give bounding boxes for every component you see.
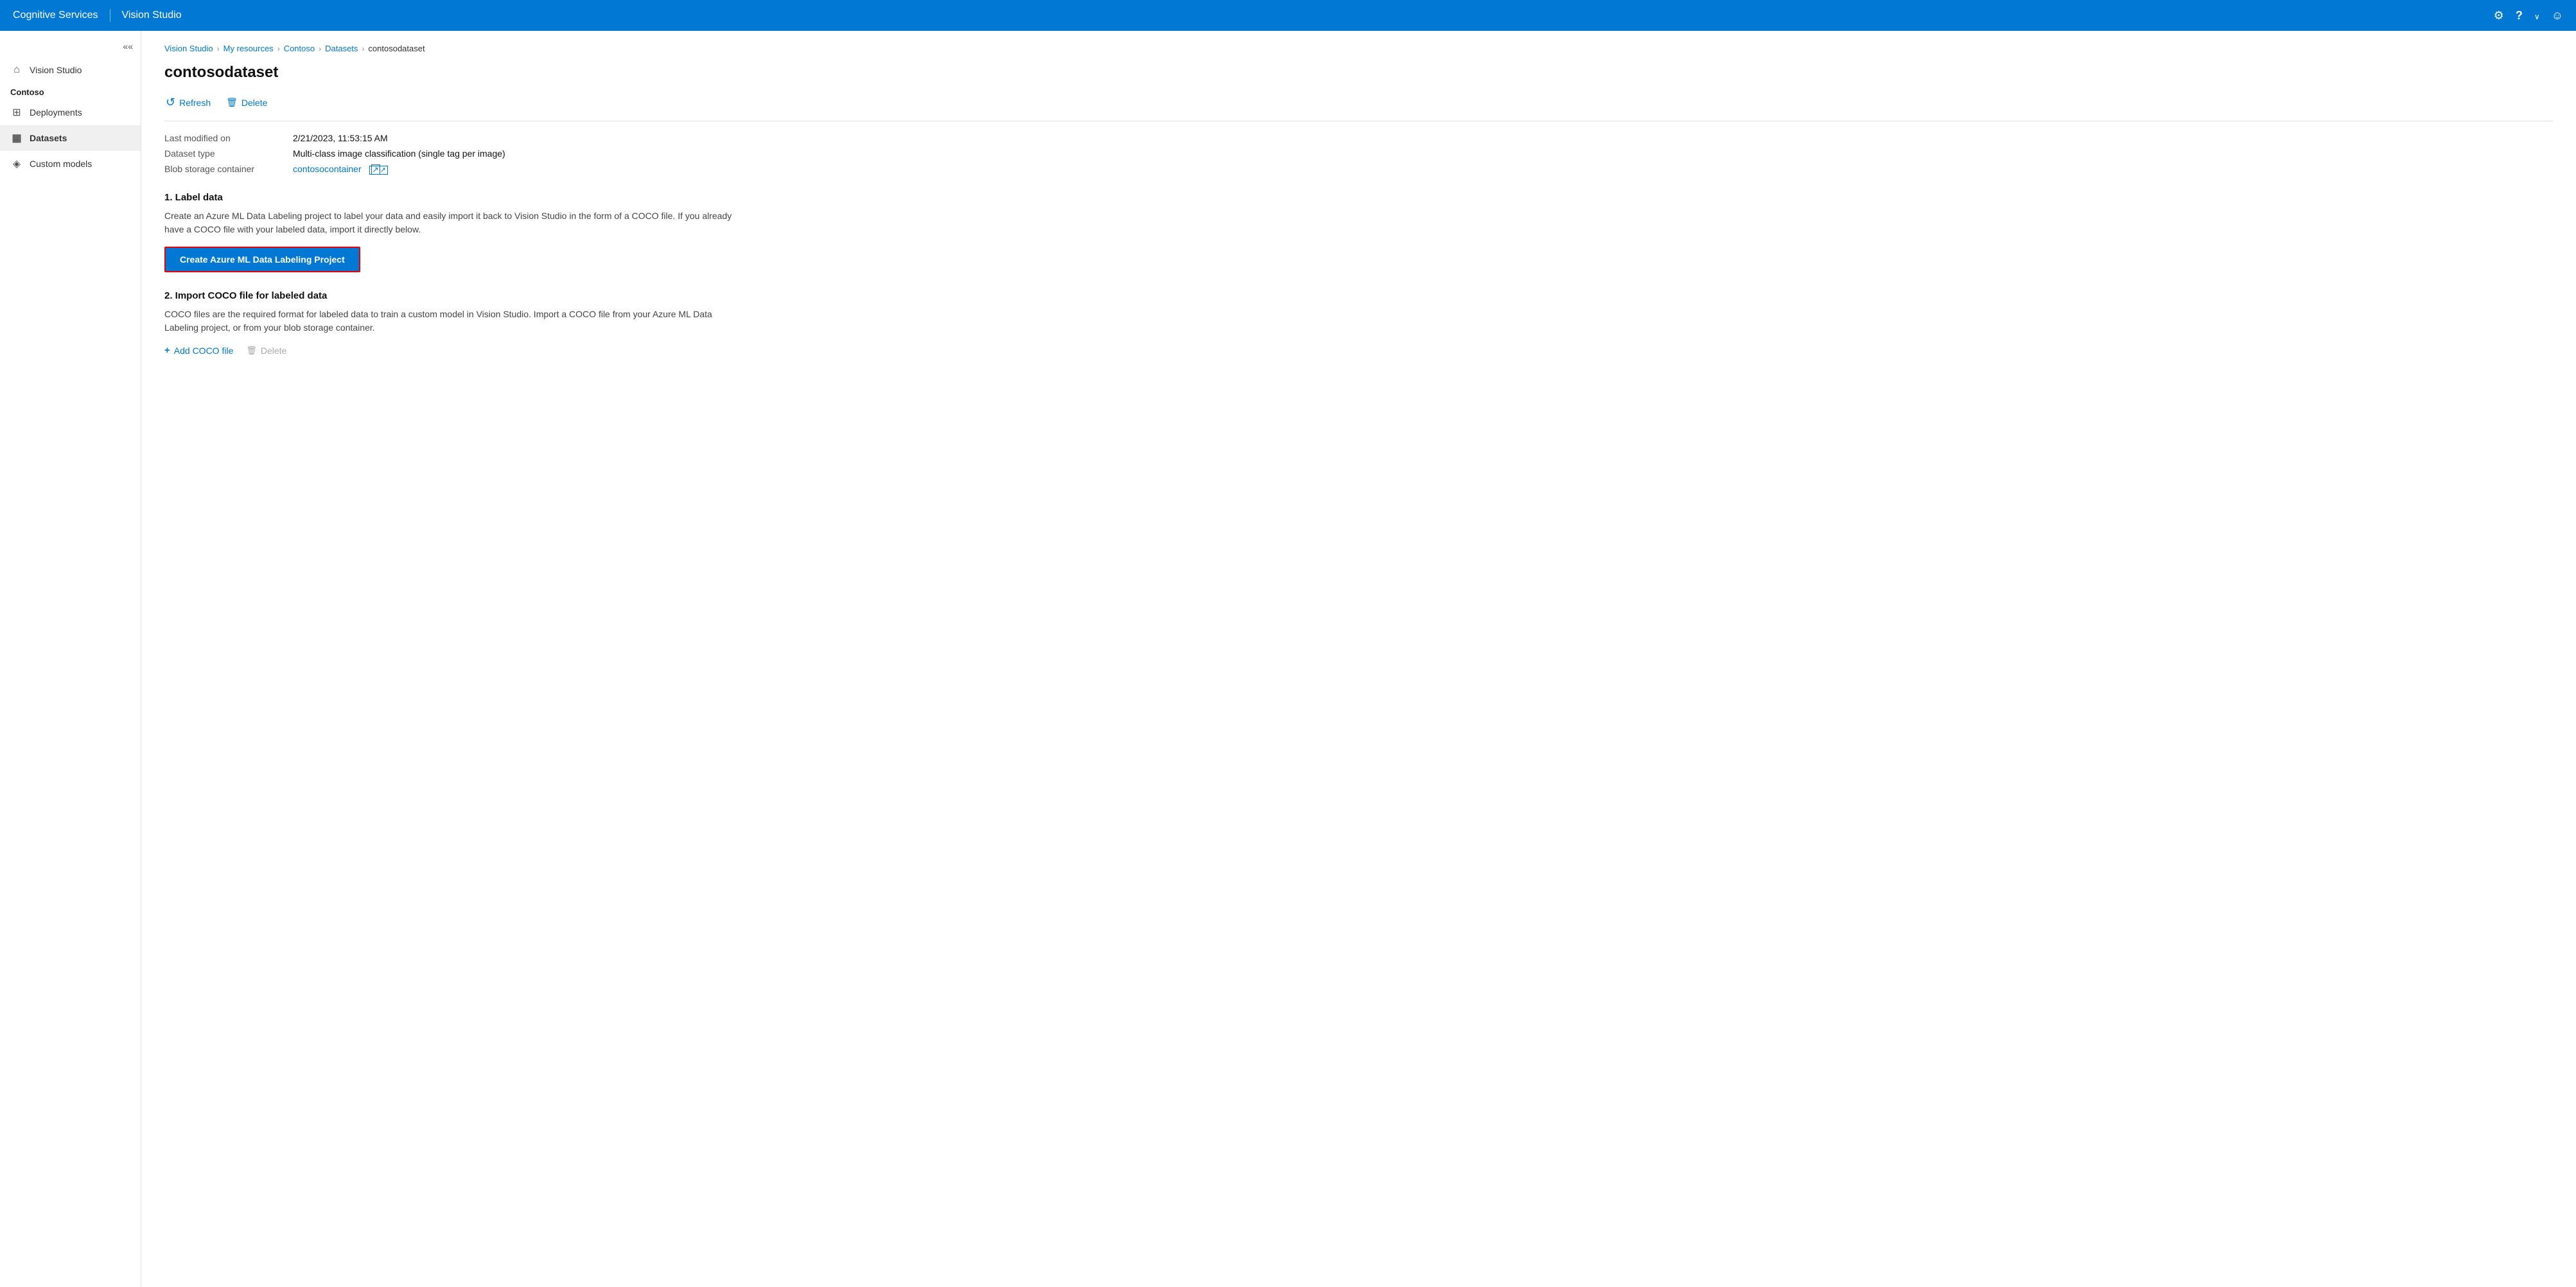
breadcrumb-sep-4: › [362,44,364,53]
last-modified-label: Last modified on [164,133,293,143]
sidebar-item-label: Deployments [30,107,82,118]
breadcrumb-vision-studio[interactable]: Vision Studio [164,44,213,53]
last-modified-value: 2/21/2023, 11:53:15 AM [293,133,2553,143]
sidebar-item-label: Custom models [30,159,92,169]
breadcrumb-sep-2: › [277,44,280,53]
breadcrumb-sep-1: › [217,44,220,53]
sidebar-collapse-btn[interactable]: « [0,37,141,58]
delete-icon [226,97,238,109]
breadcrumb-current: contosodataset [368,44,425,53]
toolbar: Refresh Delete [164,93,2553,121]
models-icon [10,157,23,170]
section2-title: 2. Import COCO file for labeled data [164,290,2553,301]
page-title: contosodataset [164,64,2553,82]
topbar-actions [2494,9,2563,22]
sidebar-item-custom-models[interactable]: Custom models [0,151,141,177]
add-coco-file-button[interactable]: Add COCO file [164,345,233,356]
breadcrumb-datasets[interactable]: Datasets [325,44,358,53]
collapse-icon[interactable]: « [123,41,133,51]
metadata-table: Last modified on 2/21/2023, 11:53:15 AM … [164,133,2553,174]
sidebar-item-label: Vision Studio [30,65,82,75]
user-icon[interactable] [2552,9,2563,22]
sidebar-item-vision-studio[interactable]: Vision Studio [0,58,141,82]
gear-icon[interactable] [2494,9,2504,22]
section-label-data: 1. Label data Create an Azure ML Data La… [164,192,2553,290]
sidebar: « Vision Studio Contoso Deployments Data… [0,31,141,1287]
delete-button[interactable]: Delete [225,94,268,111]
external-link-icon[interactable]: ↗ [369,166,388,175]
delete-coco-label: Delete [261,346,286,356]
chevron-down-icon[interactable] [2534,9,2540,22]
home-icon [10,64,23,76]
breadcrumb-sep-3: › [319,44,321,53]
section-import-coco: 2. Import COCO file for labeled data COC… [164,290,2553,356]
sidebar-item-deployments[interactable]: Deployments [0,100,141,125]
topbar: Cognitive Services Vision Studio [0,0,2576,31]
dataset-type-label: Dataset type [164,148,293,159]
topbar-title-suffix: Vision Studio [122,10,182,21]
sidebar-item-label: Datasets [30,133,67,143]
refresh-label: Refresh [179,98,211,108]
blob-storage-label: Blob storage container [164,164,293,174]
delete-coco-icon [246,345,257,356]
breadcrumb-my-resources[interactable]: My resources [223,44,274,53]
delete-label: Delete [241,98,267,108]
blob-storage-value: contosocontainer ↗ [293,164,2553,174]
section1-description: Create an Azure ML Data Labeling project… [164,209,742,236]
add-coco-label: Add COCO file [174,346,234,356]
breadcrumb-contoso[interactable]: Contoso [284,44,315,53]
datasets-icon [10,132,23,144]
delete-coco-button: Delete [246,345,286,356]
sidebar-section-label: Contoso [0,82,141,100]
topbar-title-prefix: Cognitive Services [13,10,98,21]
help-icon[interactable] [2516,9,2523,22]
dataset-type-value: Multi-class image classification (single… [293,148,2553,159]
main-content: Vision Studio › My resources › Contoso ›… [141,31,2576,1287]
section2-actions: Add COCO file Delete [164,345,2553,356]
refresh-button[interactable]: Refresh [164,93,212,112]
section1-title: 1. Label data [164,192,2553,203]
sidebar-item-datasets[interactable]: Datasets [0,125,141,151]
add-icon [164,345,170,356]
main-layout: « Vision Studio Contoso Deployments Data… [0,31,2576,1287]
blob-storage-link[interactable]: contosocontainer [293,164,362,174]
topbar-title: Cognitive Services Vision Studio [13,9,182,22]
breadcrumb: Vision Studio › My resources › Contoso ›… [164,44,2553,53]
refresh-icon [166,96,175,109]
deployments-icon [10,106,23,119]
section2-description: COCO files are the required format for l… [164,308,742,335]
create-labeling-project-button[interactable]: Create Azure ML Data Labeling Project [164,247,360,272]
